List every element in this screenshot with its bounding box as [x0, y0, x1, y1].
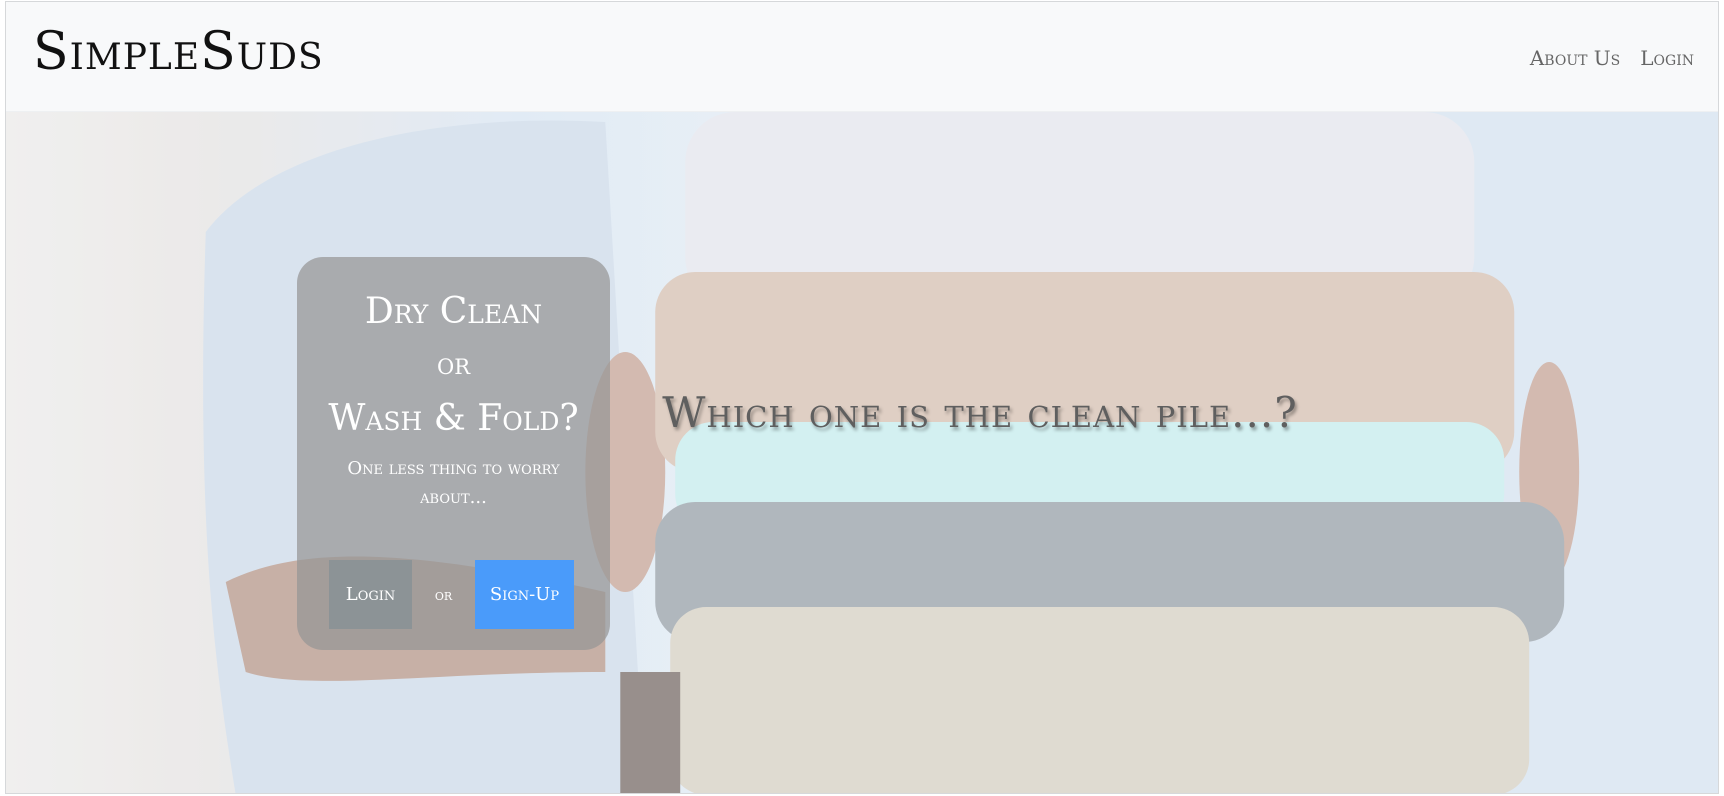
- hero-overlay: [6, 112, 1718, 793]
- card-title-line1: Dry Clean: [364, 291, 543, 332]
- hero-tagline: Which one is the clean pile...?: [662, 388, 1298, 437]
- navbar: SimpleSuds About Us Login: [6, 2, 1718, 112]
- nav-link-login[interactable]: Login: [1640, 46, 1694, 70]
- nav-link-about-us[interactable]: About Us: [1530, 46, 1620, 70]
- card-subtitle: One less thing to worry about...: [347, 458, 560, 508]
- signup-button[interactable]: Sign-Up: [475, 560, 574, 629]
- card-title-line3: Wash & Fold?: [328, 398, 579, 439]
- page: SimpleSuds About Us Login Which one is t…: [5, 1, 1719, 794]
- hero-section: Which one is the clean pile...? Dry Clea…: [6, 112, 1718, 793]
- or-separator: or: [434, 585, 453, 604]
- login-button[interactable]: Login: [329, 560, 412, 629]
- card-title-line2: or: [436, 347, 471, 382]
- brand-logo[interactable]: SimpleSuds: [33, 26, 324, 78]
- nav-links: About Us Login: [1530, 46, 1694, 70]
- card-actions: Login or Sign-Up: [329, 560, 579, 629]
- cta-card: Dry Clean or Wash & Fold? One less thing…: [297, 257, 610, 650]
